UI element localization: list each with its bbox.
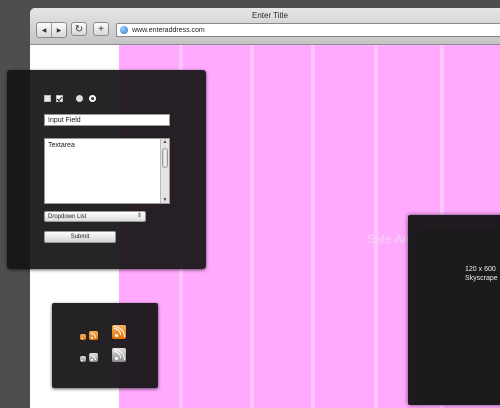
checkbox-checked[interactable]: [56, 95, 63, 102]
reload-icon[interactable]: ↻: [71, 22, 87, 36]
back-forward-group: ◀ ▶: [36, 22, 67, 38]
back-arrow-icon[interactable]: ◀: [37, 23, 51, 37]
new-tab-plus-icon[interactable]: +: [93, 22, 109, 36]
rss-icons-panel: [52, 303, 158, 388]
dropdown-value: Dropdown List: [48, 214, 87, 220]
checkbox-unchecked[interactable]: [44, 95, 51, 102]
rss-icon[interactable]: [112, 348, 126, 362]
address-url[interactable]: www.enteraddress.com: [132, 27, 205, 34]
textarea-text: Textarea: [48, 142, 75, 149]
scroll-down-arrow-icon[interactable]: ▼: [161, 197, 169, 203]
text-input-field[interactable]: Input Field: [44, 114, 170, 126]
rss-icon[interactable]: [80, 356, 86, 362]
textarea-scrollbar[interactable]: ▲ ▼: [160, 139, 169, 203]
browser-titlebar: Enter Title ◀ ▶ ↻ + www.enteraddress.com: [30, 8, 500, 45]
dropdown-list[interactable]: Dropdown List ⇕: [44, 211, 146, 222]
radio-unselected[interactable]: [76, 95, 83, 102]
rss-icon[interactable]: [112, 325, 126, 339]
rss-icon[interactable]: [89, 331, 98, 340]
grid-column-line: [311, 45, 315, 408]
grid-column-line: [250, 45, 254, 408]
scroll-up-arrow-icon[interactable]: ▲: [161, 139, 169, 145]
scrollbar-thumb[interactable]: [162, 148, 168, 168]
textarea-field[interactable]: Textarea ▲ ▼: [44, 138, 170, 204]
submit-button[interactable]: Submit: [44, 231, 116, 243]
rss-icon[interactable]: [80, 334, 86, 340]
window-title: Enter Title: [251, 11, 288, 20]
forward-arrow-icon[interactable]: ▶: [51, 23, 66, 37]
address-bar[interactable]: www.enteraddress.com: [116, 23, 500, 37]
dropdown-arrows-icon: ⇕: [136, 213, 142, 219]
rss-icon[interactable]: [89, 353, 98, 362]
form-elements-panel: Input Field Textarea ▲ ▼ Dropdown List ⇕…: [7, 70, 206, 269]
skyscraper-ad-panel: 120 x 600 Skyscrape: [408, 215, 500, 405]
radio-selected[interactable]: [89, 95, 96, 102]
skyscraper-ad-area: 120 x 600 Skyscrape: [418, 229, 500, 405]
ad-type-label: Skyscrape: [465, 275, 498, 282]
grid-column-line: [374, 45, 378, 408]
ad-size-label: 120 x 600: [465, 266, 496, 273]
globe-icon: [120, 26, 128, 34]
